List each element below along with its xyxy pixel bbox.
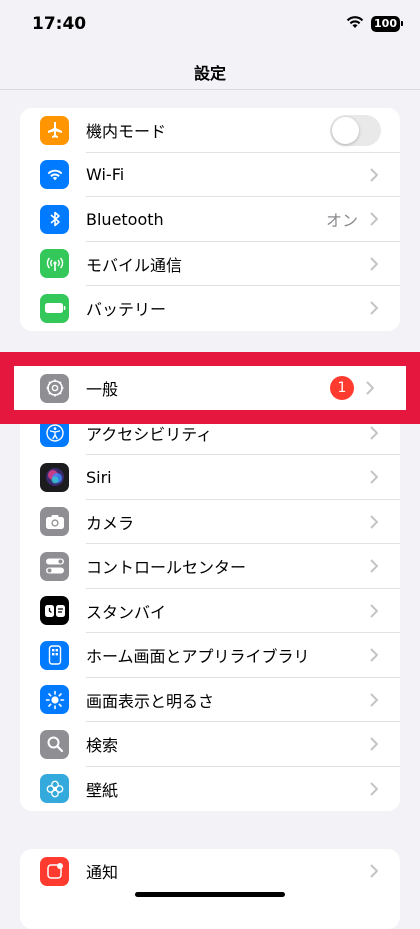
settings-row-bluetooth[interactable]: Bluetooth オン — [20, 197, 400, 242]
settings-row-notifications[interactable]: 通知 — [20, 849, 400, 894]
settings-row-label: Wi-Fi — [86, 165, 125, 185]
bluetooth-status-value: オン — [325, 211, 358, 231]
settings-row-cellular[interactable]: モバイル通信 — [20, 242, 400, 286]
settings-row-display-brightness[interactable]: 画面表示と明るさ — [20, 678, 400, 722]
standby-icon — [40, 596, 69, 626]
settings-row-control-center[interactable]: コントロールセンター — [20, 544, 400, 589]
wifi-icon — [40, 160, 69, 190]
siri-icon — [40, 462, 69, 492]
chevron-right-icon — [370, 693, 378, 707]
search-icon — [40, 729, 69, 759]
settings-row-label: 通知 — [86, 863, 119, 883]
settings-row-standby[interactable]: スタンバイ — [20, 589, 400, 633]
status-time: 17:40 — [32, 14, 87, 34]
settings-row-home-screen[interactable]: ホーム画面とアプリライブラリ — [20, 633, 400, 678]
page-title: 設定 — [193, 64, 226, 83]
bluetooth-icon — [40, 204, 69, 234]
control-center-icon — [40, 551, 69, 581]
settings-row-label: バッテリー — [86, 300, 167, 320]
nav-divider — [0, 89, 420, 90]
settings-row-label: Siri — [86, 467, 112, 487]
settings-row-label: コントロールセンター — [86, 558, 247, 578]
chevron-right-icon — [370, 168, 378, 182]
chevron-right-icon — [370, 648, 378, 662]
settings-row-label: 検索 — [86, 736, 119, 756]
settings-row-label: アクセシビリティ — [86, 424, 213, 444]
settings-row-label: Bluetooth — [86, 209, 164, 229]
settings-row-siri[interactable]: Siri — [20, 455, 400, 500]
settings-row-label: 機内モード — [86, 122, 167, 142]
home-indicator[interactable] — [135, 892, 285, 897]
chevron-right-icon — [370, 426, 378, 440]
settings-row-label: スタンバイ — [86, 602, 167, 622]
camera-icon — [40, 507, 69, 537]
chevron-right-icon — [370, 782, 378, 796]
status-indicators: 100 — [345, 14, 403, 33]
settings-row-battery[interactable]: バッテリー — [20, 286, 400, 331]
airplane-icon — [40, 115, 69, 145]
notification-badge: 1 — [330, 376, 354, 401]
settings-group-notifications: 通知 — [20, 849, 400, 929]
settings-row-label: カメラ — [86, 513, 135, 533]
home-screen-icon — [40, 640, 69, 670]
settings-row-label: ホーム画面とアプリライブラリ — [86, 647, 310, 667]
chevron-right-icon — [370, 257, 378, 271]
settings-group-connectivity: 機内モード Wi-Fi Bluetooth オン モバイル通信 バッテリー — [20, 108, 400, 331]
battery-icon — [40, 293, 69, 323]
settings-row-search[interactable]: 検索 — [20, 722, 400, 767]
cellular-antenna-icon — [40, 249, 69, 279]
chevron-right-icon — [370, 737, 378, 751]
status-bar: 17:40 100 — [0, 0, 420, 50]
chevron-right-icon — [370, 212, 378, 226]
settings-row-camera[interactable]: カメラ — [20, 500, 400, 544]
chevron-right-icon — [370, 604, 378, 618]
gear-icon — [40, 373, 69, 403]
notification-icon — [40, 856, 69, 886]
settings-row-label: 壁紙 — [86, 780, 119, 800]
wallpaper-icon — [40, 774, 69, 804]
airplane-mode-toggle[interactable] — [330, 114, 381, 146]
settings-row-airplane-mode[interactable]: 機内モード — [20, 108, 400, 153]
chevron-right-icon — [370, 301, 378, 315]
chevron-right-icon — [366, 381, 374, 395]
highlighted-row-general[interactable]: 一般 1 — [14, 366, 406, 410]
settings-row-label: 一般 — [86, 380, 119, 400]
chevron-right-icon — [370, 515, 378, 529]
chevron-right-icon — [370, 470, 378, 484]
chevron-right-icon — [370, 559, 378, 573]
settings-row-label: モバイル通信 — [86, 255, 183, 275]
battery-indicator: 100 — [371, 15, 403, 32]
settings-row-general-highlighted[interactable]: 一般 1 — [20, 366, 400, 411]
settings-row-label: 画面表示と明るさ — [86, 691, 215, 711]
brightness-icon — [40, 685, 69, 715]
settings-group-system: 一般 1 アクセシビリティ Siri — [20, 366, 400, 811]
wifi-signal-icon — [345, 14, 365, 33]
chevron-right-icon — [370, 864, 378, 878]
settings-row-wallpaper[interactable]: 壁紙 — [20, 767, 400, 812]
settings-row-wifi[interactable]: Wi-Fi — [20, 153, 400, 197]
